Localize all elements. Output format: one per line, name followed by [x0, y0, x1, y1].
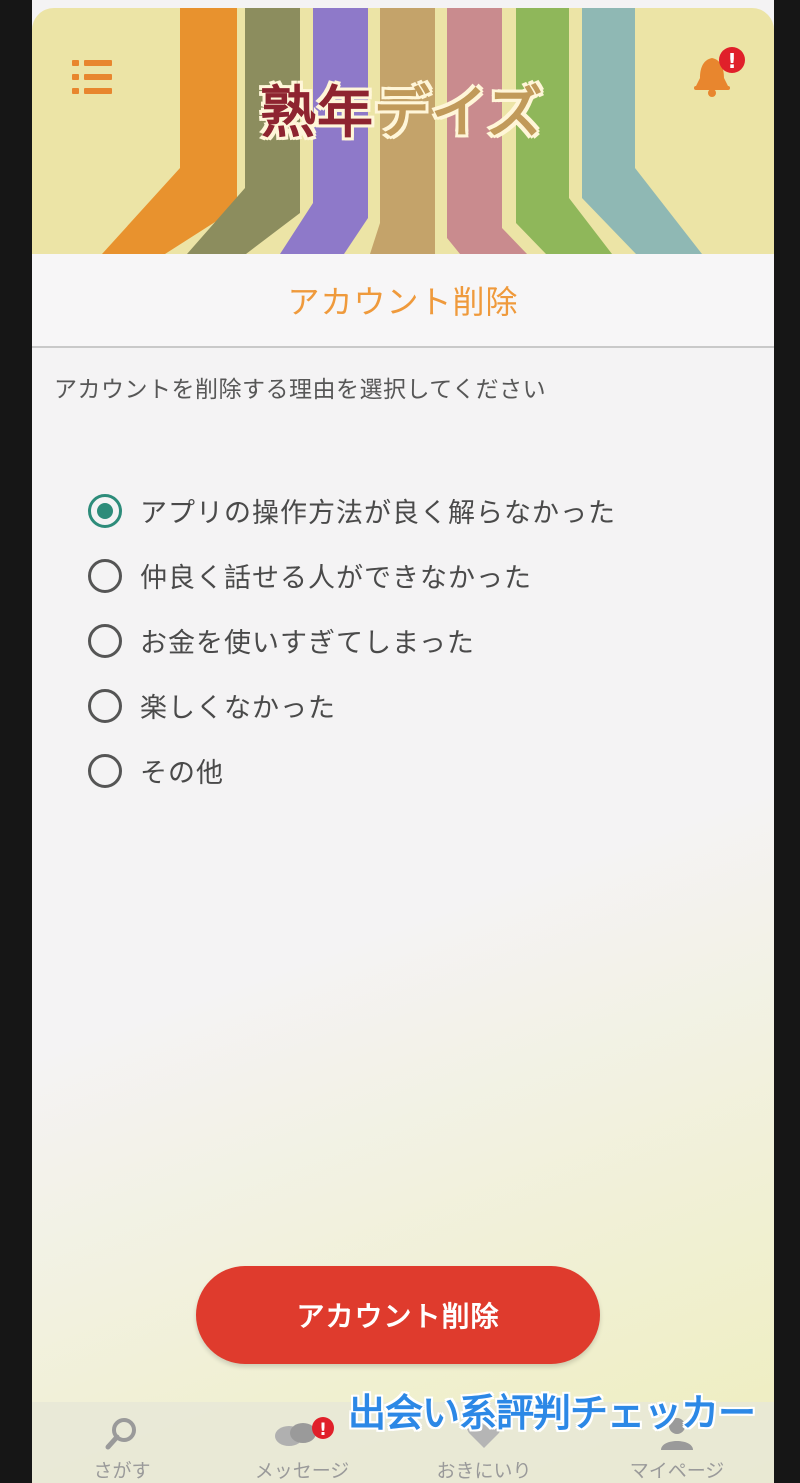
reason-prompt: アカウントを削除する理由を選択してください — [54, 377, 547, 403]
app-header: 熟年デイズ ! — [32, 8, 774, 254]
reason-label: 楽しくなかった — [140, 693, 336, 724]
menu-list-icon[interactable] — [70, 56, 114, 98]
tab-label: マイページ — [629, 1460, 725, 1482]
radio-unchecked[interactable] — [88, 688, 122, 723]
radio-unchecked[interactable] — [88, 753, 122, 788]
radio-unchecked[interactable] — [88, 558, 122, 593]
reason-option-3[interactable]: お金を使いすぎてしまった — [88, 608, 616, 673]
reason-option-5[interactable]: その他 — [88, 738, 616, 803]
background-gradient — [32, 760, 774, 1483]
page-title-bar: アカウント削除 — [32, 254, 774, 348]
tab-label: メッセージ — [254, 1460, 350, 1482]
logo-kana: デイズ — [374, 81, 544, 146]
delete-account-button[interactable]: アカウント削除 — [196, 1266, 600, 1364]
chat-icon: ! — [275, 1417, 334, 1446]
app-screen: 熟年デイズ ! アカウント削除 アカウントを削除する理由を選択してください アプ… — [32, 0, 774, 1483]
notification-badge: ! — [727, 49, 736, 73]
reason-options: アプリの操作方法が良く解らなかった 仲良く話せる人ができなかった お金を使いすぎ… — [88, 478, 616, 803]
site-watermark: 出会い系評判チェッカー — [348, 1391, 756, 1435]
logo-kanji: 熟年 — [260, 81, 374, 146]
reason-option-1[interactable]: アプリの操作方法が良く解らなかった — [88, 478, 616, 543]
reason-option-4[interactable]: 楽しくなかった — [88, 673, 616, 738]
radio-unchecked[interactable] — [88, 623, 122, 658]
reason-label: 仲良く話せる人ができなかった — [140, 563, 532, 594]
reason-label: お金を使いすぎてしまった — [140, 628, 475, 659]
reason-label: アプリの操作方法が良く解らなかった — [140, 498, 616, 529]
tab-search[interactable]: さがす — [52, 1416, 192, 1483]
tab-label: さがす — [93, 1460, 151, 1482]
notification-bell-icon[interactable]: ! — [690, 46, 750, 102]
app-logo: 熟年デイズ — [260, 74, 560, 154]
reason-label: その他 — [140, 758, 224, 789]
message-badge: ! — [319, 1420, 327, 1440]
radio-checked[interactable] — [88, 493, 122, 528]
search-icon — [105, 1418, 136, 1450]
reason-option-2[interactable]: 仲良く話せる人ができなかった — [88, 543, 616, 608]
page-title: アカウント削除 — [287, 283, 519, 321]
tab-label: おきにいり — [436, 1460, 532, 1482]
